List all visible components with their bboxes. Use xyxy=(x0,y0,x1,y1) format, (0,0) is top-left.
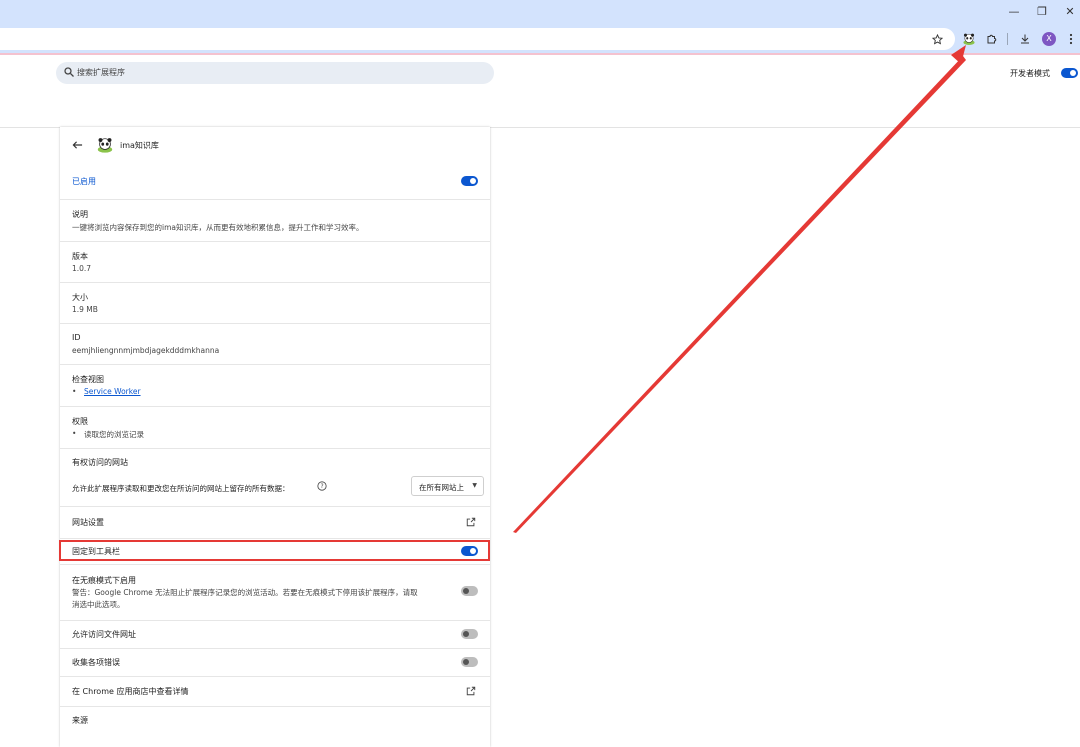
file-access-toggle[interactable] xyxy=(461,629,478,639)
permissions-label: 权限 xyxy=(72,417,88,426)
bullet-icon: • xyxy=(72,387,77,396)
webstore-row[interactable]: 在 Chrome 应用商店中查看详情 xyxy=(60,676,490,706)
help-icon[interactable]: ? xyxy=(317,481,327,491)
size-value: 1.9 MB xyxy=(72,305,98,314)
site-access-select[interactable]: 在所有网站上 ▼ xyxy=(411,476,484,496)
search-icon xyxy=(64,67,74,77)
version-label: 版本 xyxy=(72,252,88,261)
dev-mode-label: 开发者模式 xyxy=(1010,69,1050,78)
incognito-warning-line2: 消选中此选项。 xyxy=(72,600,125,609)
details-header: ima知识库 xyxy=(60,127,490,163)
svg-text:?: ? xyxy=(320,484,323,490)
incognito-warning-line1: 警告：Google Chrome 无法阻止扩展程序记录您的浏览活动。若要在无痕模… xyxy=(72,588,418,597)
close-button[interactable]: ✕ xyxy=(1059,4,1080,20)
title-bar: — ❐ ✕ xyxy=(0,0,1080,25)
enabled-row: 已启用 xyxy=(60,163,490,199)
more-menu-icon[interactable] xyxy=(1062,30,1080,48)
id-label: ID xyxy=(72,333,81,342)
restore-button[interactable]: ❐ xyxy=(1031,4,1053,20)
file-access-row: 允许访问文件网址 xyxy=(60,620,490,648)
incognito-label: 在无痕模式下启用 xyxy=(72,576,136,585)
site-access-description: 允许此扩展程序读取和更改您在所访问的网站上留存的所有数据： xyxy=(72,484,290,493)
collect-errors-toggle[interactable] xyxy=(461,657,478,667)
site-settings-row[interactable]: 网站设置 xyxy=(60,506,490,538)
browser-toolbar xyxy=(0,25,1080,53)
collect-errors-label: 收集各项错误 xyxy=(72,658,120,667)
toolbar-separator xyxy=(1007,33,1008,45)
size-row: 大小 1.9 MB xyxy=(60,282,490,323)
bookmark-star-icon[interactable] xyxy=(928,30,946,48)
open-in-new-icon[interactable] xyxy=(466,686,476,696)
avatar[interactable]: X xyxy=(1042,32,1056,46)
site-settings-label: 网站设置 xyxy=(72,518,104,527)
bullet-icon: • xyxy=(72,429,77,438)
collect-errors-row: 收集各项错误 xyxy=(60,648,490,676)
search-placeholder: 搜索扩展程序 xyxy=(77,68,125,77)
id-row: ID eemjhliengnnmjmbdjagekdddmkhanna xyxy=(60,323,490,364)
inspect-views-label: 检查视图 xyxy=(72,375,104,384)
panda-logo-icon xyxy=(97,138,113,153)
back-arrow-icon[interactable] xyxy=(72,140,83,150)
service-worker-link[interactable]: Service Worker xyxy=(84,387,141,396)
minimize-button[interactable]: — xyxy=(1003,4,1025,20)
size-label: 大小 xyxy=(72,293,88,302)
address-bar[interactable] xyxy=(0,28,955,50)
version-value: 1.0.7 xyxy=(72,264,92,273)
id-value: eemjhliengnnmjmbdjagekdddmkhanna xyxy=(72,346,220,355)
version-row: 版本 1.0.7 xyxy=(60,241,490,282)
extension-details-panel: ima知识库 已启用 说明 一键将浏览内容保存到您的ima知识库，从而更有效地积… xyxy=(60,127,490,747)
permissions-row: 权限 • 读取您的浏览记录 xyxy=(60,406,490,448)
panda-extension-icon[interactable] xyxy=(960,30,978,48)
file-access-label: 允许访问文件网址 xyxy=(72,630,136,639)
search-input[interactable]: 搜索扩展程序 xyxy=(56,62,494,84)
permission-item: 读取您的浏览记录 xyxy=(84,430,144,439)
description-text: 一键将浏览内容保存到您的ima知识库，从而更有效地积累信息，提升工作和学习效率。 xyxy=(72,223,364,232)
description-row: 说明 一键将浏览内容保存到您的ima知识库，从而更有效地积累信息，提升工作和学习… xyxy=(60,199,490,241)
enabled-toggle[interactable] xyxy=(461,176,478,186)
extensions-puzzle-icon[interactable] xyxy=(983,30,1001,48)
inspect-views-row: 检查视图 • Service Worker xyxy=(60,364,490,406)
download-icon[interactable] xyxy=(1016,30,1034,48)
chevron-down-icon: ▼ xyxy=(472,482,477,489)
extensions-header: 搜索扩展程序 开发者模式 xyxy=(0,55,1080,128)
pin-highlight-box xyxy=(59,540,490,561)
divider xyxy=(60,538,490,539)
source-label: 来源 xyxy=(72,716,88,725)
incognito-row: 在无痕模式下启用 警告：Google Chrome 无法阻止扩展程序记录您的浏览… xyxy=(60,564,490,620)
incognito-toggle[interactable] xyxy=(461,586,478,596)
extension-name: ima知识库 xyxy=(120,141,159,150)
enabled-label: 已启用 xyxy=(72,177,96,186)
source-row: 来源 xyxy=(60,706,490,726)
open-in-new-icon[interactable] xyxy=(466,517,476,527)
divider xyxy=(60,448,490,449)
site-access-label: 有权访问的网站 xyxy=(72,458,128,467)
description-label: 说明 xyxy=(72,210,88,219)
webstore-label: 在 Chrome 应用商店中查看详情 xyxy=(72,687,189,696)
dev-mode-toggle[interactable] xyxy=(1061,68,1078,78)
site-access-select-value: 在所有网站上 xyxy=(419,483,464,492)
